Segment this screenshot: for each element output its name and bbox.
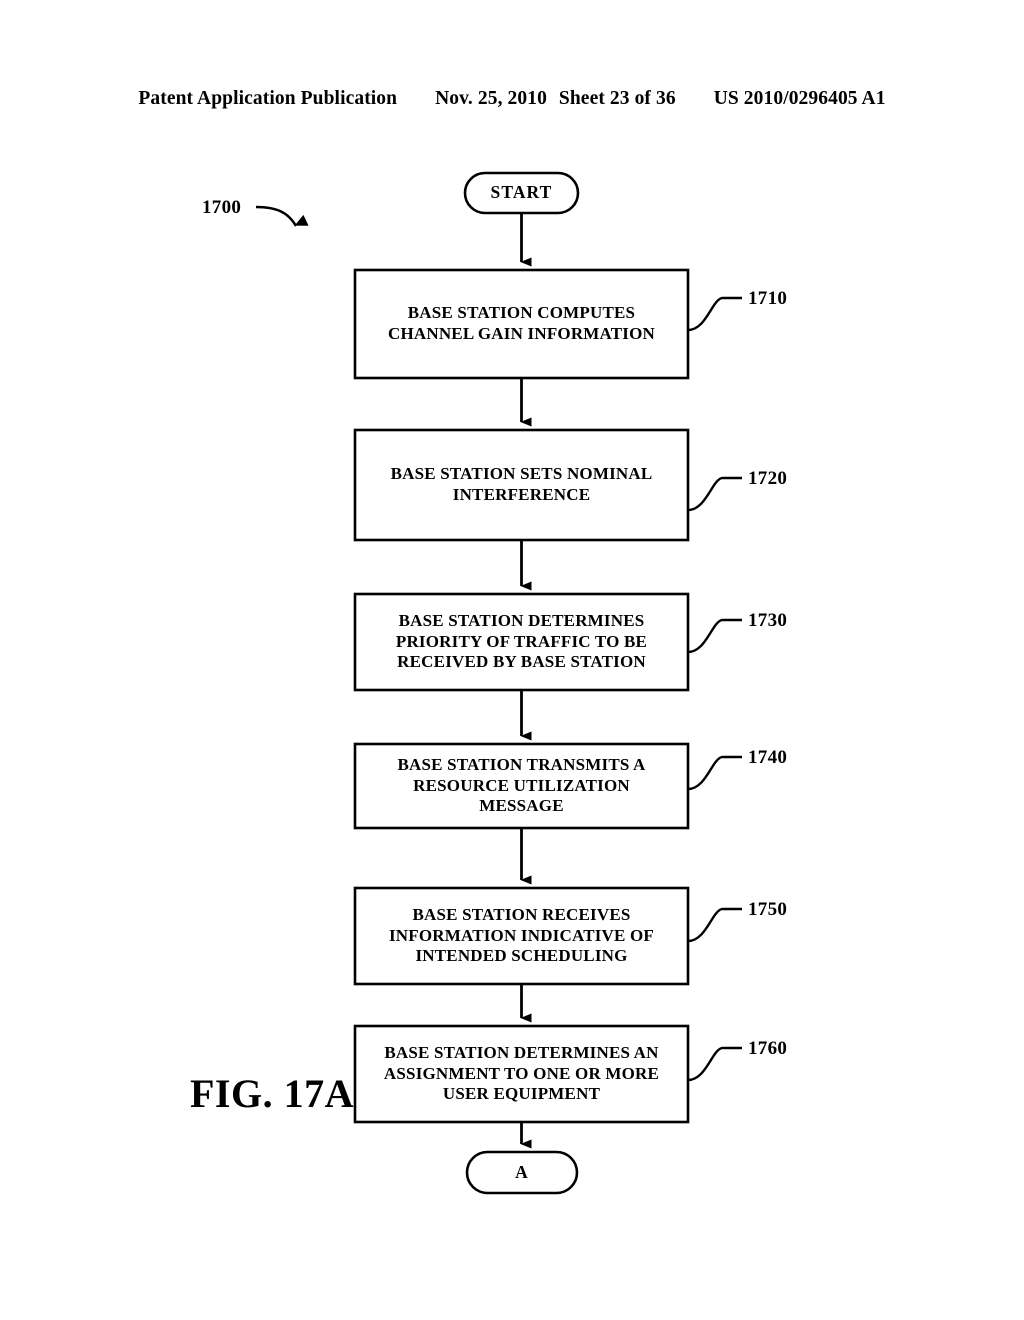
step-box-1740: [353, 742, 690, 830]
step-box-1760: [353, 1024, 690, 1124]
step-box-1750: [353, 886, 690, 986]
step-box-1710: [353, 268, 690, 380]
flowchart-diagram: START BASE STATION COMPUTES CHANNEL GAIN…: [0, 0, 1024, 1320]
leader-line-1760: [687, 1046, 742, 1082]
reference-numeral-1720: 1720: [748, 468, 788, 489]
figure-caption: FIG. 17A: [190, 1071, 354, 1116]
end-connector-shape: [465, 1150, 579, 1195]
reference-numeral-1760: 1760: [748, 1038, 788, 1059]
reference-numeral-1730: 1730: [748, 610, 788, 631]
reference-numeral-1750: 1750: [748, 899, 788, 920]
start-terminal-shape: [463, 171, 580, 215]
leader-line-1740: [687, 755, 742, 791]
flowchart-graphics: [255, 171, 742, 1195]
leader-line-1750: [687, 907, 742, 943]
leader-line-1710: [687, 296, 742, 332]
reference-numeral-1700: 1700: [202, 197, 242, 218]
leader-line-1700: [255, 205, 309, 227]
leader-line-1730: [687, 618, 742, 654]
reference-numeral-1710: 1710: [748, 288, 788, 309]
leader-line-1720: [687, 476, 742, 512]
reference-numeral-1740: 1740: [748, 747, 788, 768]
step-box-1720: [353, 428, 690, 542]
step-box-1730: [353, 592, 690, 692]
